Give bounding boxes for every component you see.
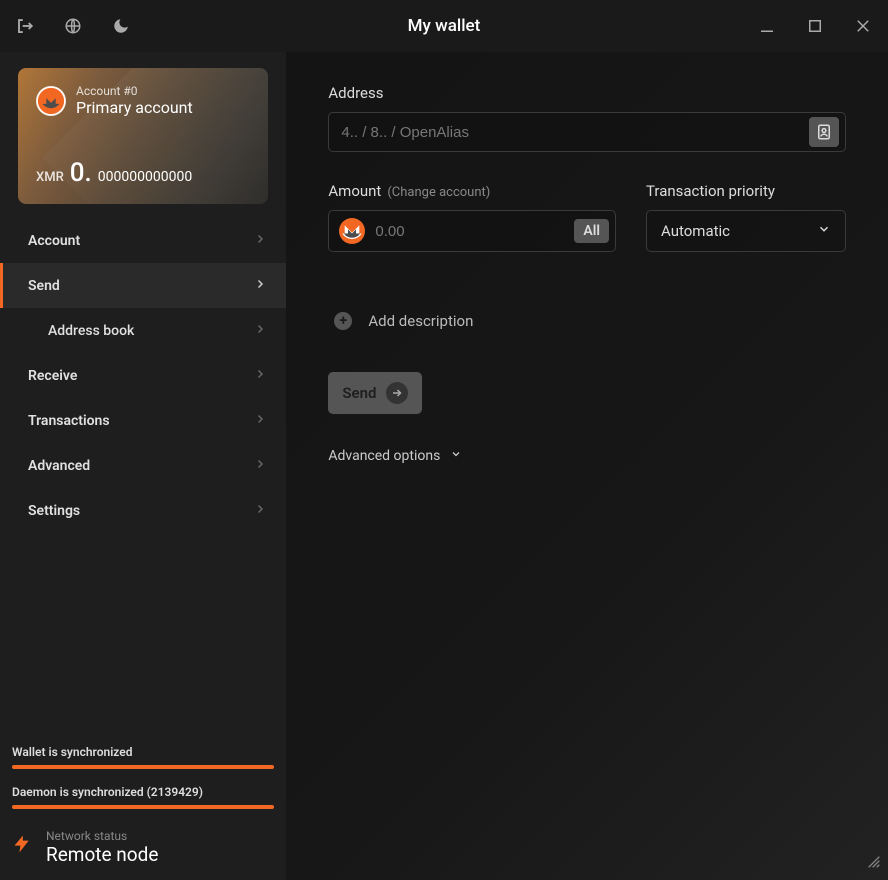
priority-select[interactable]: Automatic [646, 210, 846, 252]
daemon-sync-label: Daemon is synchronized (2139429) [12, 785, 274, 799]
close-icon[interactable] [852, 15, 874, 37]
sidebar-item-address-book[interactable]: Address book [0, 308, 286, 353]
add-description-label: Add description [368, 312, 473, 330]
change-account-link[interactable]: (Change account) [387, 185, 490, 200]
minimize-icon[interactable] [756, 15, 778, 37]
chevron-down-icon [817, 222, 831, 240]
send-button-label: Send [342, 384, 376, 402]
sidebar-item-label: Account [28, 233, 80, 249]
chevron-right-icon [254, 458, 266, 474]
sidebar-item-label: Address book [48, 323, 134, 339]
all-button[interactable]: All [574, 219, 609, 243]
globe-icon[interactable] [62, 15, 84, 37]
sidebar-item-advanced[interactable]: Advanced [0, 443, 286, 488]
send-button[interactable]: Send [328, 372, 422, 414]
advanced-options-toggle[interactable]: Advanced options [328, 448, 846, 464]
network-status-label: Network status [46, 829, 158, 843]
currency-label: XMR [36, 170, 64, 185]
priority-label: Transaction priority [646, 182, 846, 200]
network-status[interactable]: Network status Remote node [12, 825, 274, 866]
daemon-sync-bar [12, 805, 274, 809]
chevron-down-icon [450, 448, 462, 464]
amount-input[interactable] [375, 223, 574, 240]
chevron-right-icon [254, 278, 266, 294]
chevron-right-icon [254, 323, 266, 339]
sidebar-item-label: Settings [28, 503, 80, 519]
sidebar-item-label: Transactions [28, 413, 110, 429]
account-name: Primary account [76, 98, 193, 117]
maximize-icon[interactable] [804, 15, 826, 37]
sidebar-item-label: Send [28, 278, 60, 294]
bolt-icon [12, 830, 32, 865]
wallet-sync-bar [12, 765, 274, 769]
chevron-right-icon [254, 368, 266, 384]
wallet-sync-label: Wallet is synchronized [12, 745, 274, 759]
sidebar-item-receive[interactable]: Receive [0, 353, 286, 398]
monero-logo-icon [36, 86, 66, 116]
window-title: My wallet [132, 16, 756, 36]
account-card[interactable]: Account #0 Primary account XMR 0. 0000000… [18, 68, 268, 204]
address-label: Address [328, 84, 846, 102]
resize-handle-icon[interactable] [866, 854, 882, 874]
sidebar-item-label: Advanced [28, 458, 90, 474]
balance-decimal: 000000000000 [98, 169, 192, 185]
sidebar-item-transactions[interactable]: Transactions [0, 398, 286, 443]
plus-icon: + [334, 312, 352, 330]
network-status-value: Remote node [46, 843, 158, 866]
priority-value: Automatic [661, 222, 730, 240]
chevron-right-icon [254, 233, 266, 249]
address-input[interactable] [341, 124, 809, 141]
chevron-right-icon [254, 503, 266, 519]
sidebar-item-send[interactable]: Send [0, 263, 286, 308]
chevron-right-icon [254, 413, 266, 429]
amount-label: Amount [328, 182, 381, 200]
add-description-button[interactable]: + Add description [328, 312, 846, 330]
sidebar-item-label: Receive [28, 368, 77, 384]
account-number: Account #0 [76, 84, 193, 98]
balance-integer: 0. [70, 158, 92, 188]
logout-icon[interactable] [14, 15, 36, 37]
monero-icon [339, 218, 365, 244]
moon-icon[interactable] [110, 15, 132, 37]
sidebar-item-settings[interactable]: Settings [0, 488, 286, 533]
arrow-right-icon [386, 382, 408, 404]
sidebar-item-account[interactable]: Account [0, 218, 286, 263]
advanced-options-label: Advanced options [328, 448, 440, 464]
address-book-button[interactable] [809, 117, 839, 147]
